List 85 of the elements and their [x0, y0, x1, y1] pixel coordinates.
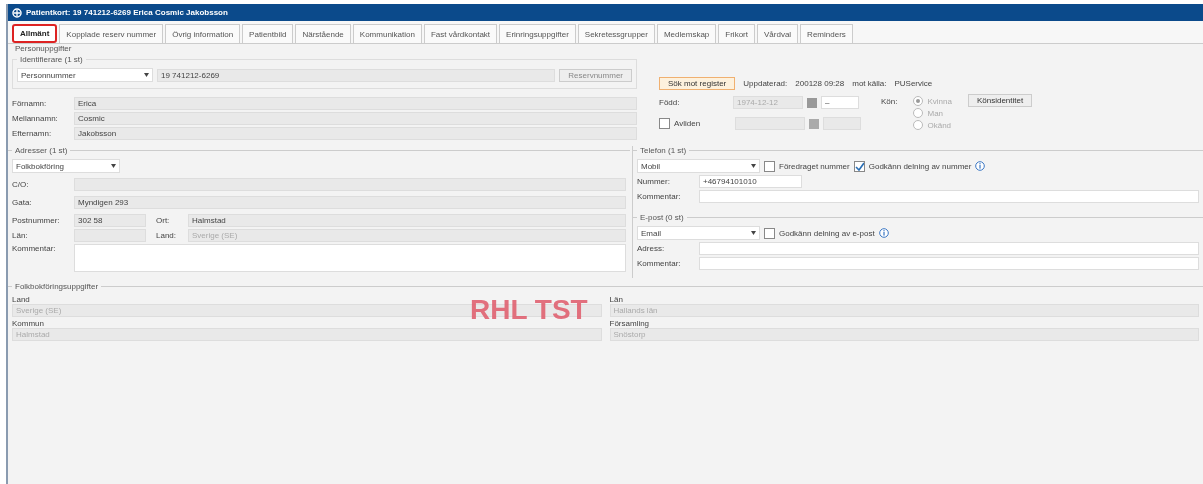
field-label: Län — [609, 294, 624, 304]
section-title: Telefon (1 st) — [639, 146, 688, 155]
checkbox[interactable] — [764, 160, 775, 172]
checkbox[interactable] — [764, 227, 775, 239]
tab[interactable]: Reminders — [800, 24, 853, 43]
section-title: E-post (0 st) — [639, 213, 685, 222]
tab[interactable]: Övrig information — [165, 24, 241, 43]
environment-label: RHL TST — [470, 296, 588, 324]
field-label: Kommentar: — [637, 192, 682, 201]
section-title: Personuppgifter — [14, 44, 73, 53]
radio-button[interactable] — [913, 120, 924, 130]
email-field[interactable] — [699, 242, 1199, 255]
caret-icon — [751, 231, 756, 235]
radio-label: Okänd — [927, 120, 952, 130]
field-label: Mellannamn: — [12, 114, 59, 123]
field-label: Kommentar: — [637, 259, 682, 268]
info-icon[interactable] — [975, 161, 986, 171]
tab[interactable]: Vårdval — [757, 24, 799, 43]
dropdown[interactable]: Folkbokföring — [12, 159, 120, 173]
window-title: Patientkort: 19 741212-6269 Erica Cosmic Jakobsson — [26, 8, 228, 17]
address-field[interactable]: Myndigen 293 — [74, 196, 626, 209]
field-label: Förnamn: — [12, 99, 48, 108]
name-field[interactable]: Erica — [74, 97, 637, 110]
dropdown[interactable]: Personnummer — [17, 68, 153, 82]
field-label: Postnummer: — [12, 216, 61, 225]
caret-icon — [144, 73, 149, 77]
tab[interactable]: Fast vårdkontakt — [423, 24, 498, 43]
field-label: Efternamn: — [12, 129, 53, 138]
phone-number-field[interactable]: +46794101010 — [699, 175, 802, 188]
caret-icon — [751, 164, 756, 168]
city-field[interactable]: Halmstad — [188, 214, 626, 227]
field-label: C/O: — [12, 180, 30, 189]
name-field[interactable]: Cosmic — [74, 112, 637, 125]
tab[interactable]: Patientbild — [242, 24, 294, 43]
caret-icon — [111, 164, 116, 168]
dropdown[interactable]: Email — [637, 226, 760, 240]
tab[interactable]: Frikort — [718, 24, 755, 43]
field-label: Land: — [156, 231, 178, 240]
radio-button[interactable] — [913, 108, 924, 118]
tab[interactable]: Erinringsuppgifter — [499, 24, 576, 43]
comment-field[interactable] — [699, 257, 1199, 270]
updated-value: 200128 09:28 — [795, 79, 845, 88]
field-label: Församling — [609, 318, 651, 328]
checkbox[interactable] — [853, 160, 865, 172]
tab[interactable]: Allmänt — [12, 24, 58, 43]
source-label: mot källa: — [852, 79, 887, 88]
tab[interactable]: Kopplade reserv nummer — [59, 24, 164, 43]
tab[interactable]: Närstående — [295, 24, 351, 43]
postal-code-field[interactable]: 302 58 — [74, 214, 146, 227]
checkbox-label: Godkänn delning av nummer — [868, 161, 972, 171]
field-label: Gata: — [12, 198, 33, 207]
field-label: Land — [12, 294, 31, 304]
tab[interactable]: Medlemskap — [656, 24, 717, 43]
checkbox-label: Föredraget nummer — [779, 161, 850, 171]
radio-label: Kvinna — [927, 96, 952, 106]
field-label: Kommentar: — [12, 244, 57, 253]
time-spinner[interactable]: – — [821, 96, 859, 109]
radio-label: Man — [927, 108, 944, 118]
checkbox[interactable] — [659, 118, 670, 129]
field-label: Kommun — [12, 318, 45, 328]
field-label: Ort: — [156, 216, 171, 225]
field-label: Kön: — [881, 97, 898, 108]
field-label: Född: — [659, 98, 681, 107]
gender-identity-button[interactable]: Könsidentitet — [967, 94, 1033, 107]
tab[interactable]: Sekretessgrupper — [577, 24, 655, 43]
tab[interactable]: Kommunikation — [352, 24, 422, 43]
updated-label: Uppdaterad: — [743, 79, 788, 88]
section-title: Adresser (1 st) — [14, 146, 69, 155]
name-field[interactable]: Jakobsson — [74, 127, 637, 140]
field-label: Nummer: — [637, 177, 671, 186]
field-label: Län: — [12, 231, 29, 240]
checkbox-label: Avliden — [674, 119, 702, 128]
field-label: Adress: — [637, 244, 666, 253]
comment-field[interactable] — [74, 244, 626, 272]
section-title: Folkbokföringsuppgifter — [14, 282, 100, 291]
identifier-field[interactable]: 19 741212-6269 — [157, 68, 556, 82]
source-value: PUService — [894, 79, 933, 88]
app-icon — [12, 7, 22, 18]
checkbox-label: Godkänn delning av e-post — [779, 228, 875, 238]
radio-button[interactable] — [913, 96, 924, 106]
register-button[interactable]: Sök mot register — [659, 77, 736, 90]
info-icon[interactable] — [878, 228, 889, 238]
dropdown[interactable]: Mobil — [637, 159, 760, 173]
comment-field[interactable] — [699, 190, 1199, 203]
group-title: Identifierare (1 st) — [19, 55, 84, 64]
